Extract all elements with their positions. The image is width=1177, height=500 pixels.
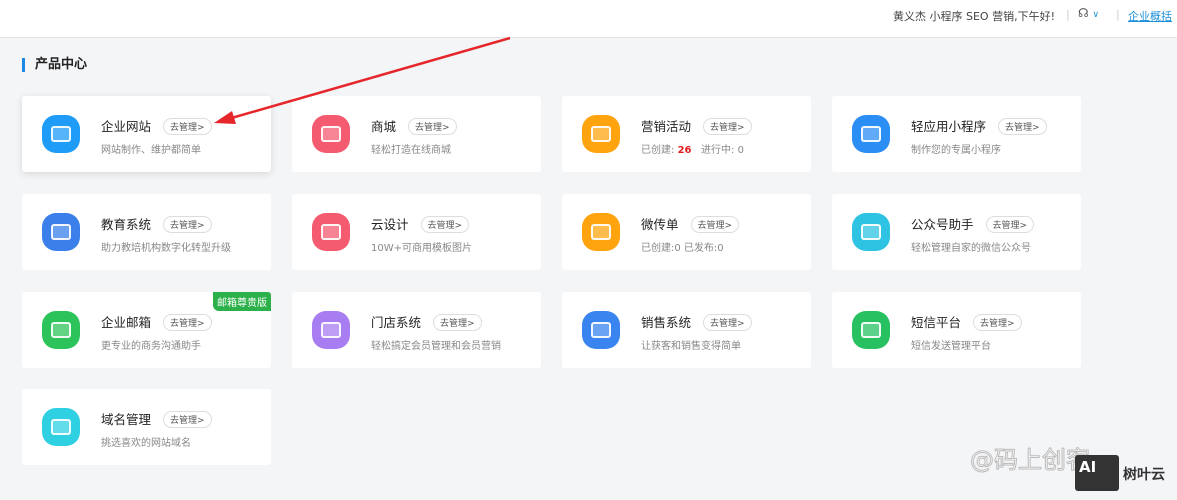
red-arrow-annotation [214, 36, 511, 124]
ai-logo: AI [1075, 455, 1119, 491]
baidu-watermark: @码上创客 [970, 446, 1091, 475]
ai-brand: 树叶云 [1123, 467, 1165, 483]
